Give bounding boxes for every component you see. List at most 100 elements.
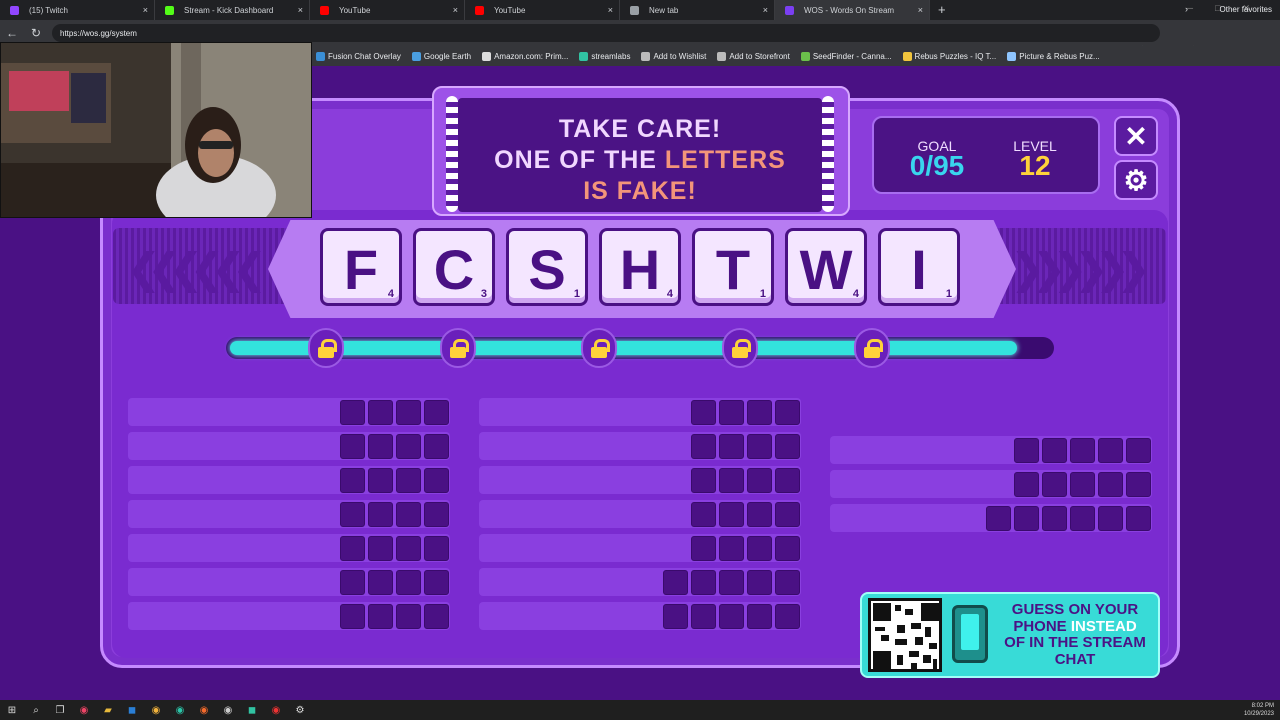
bookmark-item[interactable]: Picture & Rebus Puz... bbox=[1007, 51, 1100, 61]
letter-cell bbox=[1126, 506, 1151, 531]
tab-favicon-icon bbox=[10, 5, 19, 15]
close-button[interactable]: ✕ bbox=[1114, 116, 1158, 156]
letter-cell bbox=[368, 502, 393, 527]
qr-module bbox=[897, 625, 905, 633]
close-tab-icon[interactable]: × bbox=[143, 5, 148, 15]
qr-module bbox=[911, 663, 917, 669]
url-text: https://wos.gg/system bbox=[60, 28, 137, 38]
qr-module bbox=[897, 655, 903, 665]
letter-cell bbox=[1098, 506, 1123, 531]
letter-cell bbox=[340, 604, 365, 629]
phone-icon bbox=[952, 605, 988, 663]
goal-value: 0/95 bbox=[909, 150, 965, 181]
reload-icon[interactable]: ↻ bbox=[24, 26, 48, 40]
bookmark-item[interactable]: Add to Storefront bbox=[717, 51, 790, 61]
letter-cell bbox=[1126, 472, 1151, 497]
tab-favicon-icon bbox=[785, 5, 794, 15]
url-field[interactable]: ⚲https://wos.gg/system bbox=[52, 24, 1160, 392]
level-value: 12 bbox=[1019, 150, 1051, 181]
search-icon[interactable]: ⌕ bbox=[24, 700, 48, 720]
tile-points: 4 bbox=[852, 288, 859, 300]
bookmark-icon bbox=[902, 51, 912, 61]
qr-code[interactable] bbox=[868, 598, 942, 672]
promo-line-2a: PHONE bbox=[1013, 617, 1071, 635]
taskbar: ⊞ ⌕ ❐ ◉ ▰ ◼ ◉ ◉ ◉ ◉ ◼ ◉ ⚙ 8:02 PM 10/29/2… bbox=[0, 700, 1280, 720]
browser-tab[interactable]: WOS - Words On Stream × bbox=[775, 0, 930, 20]
letter-tile[interactable]: C3 bbox=[413, 228, 495, 306]
banner-line-1: TAKE CARE! bbox=[558, 115, 722, 143]
bookmark-item[interactable]: Google Earth bbox=[411, 51, 471, 61]
close-tab-icon[interactable]: × bbox=[453, 5, 458, 15]
clock: 8:02 PM 10/29/2023 bbox=[1244, 702, 1274, 718]
bookmark-item[interactable]: SeedFinder - Canna... bbox=[800, 51, 892, 61]
new-tab-icon[interactable]: + bbox=[938, 0, 946, 20]
folder-icon[interactable]: ▰ bbox=[96, 700, 120, 720]
browser-tab[interactable]: New tab × bbox=[620, 0, 775, 20]
bookmark-item[interactable]: Add to Wishlist bbox=[641, 51, 706, 61]
streamlabs-icon[interactable]: ◼ bbox=[240, 700, 264, 720]
letter-cell bbox=[719, 434, 744, 459]
browser-tab[interactable]: YouTube × bbox=[310, 0, 465, 20]
chevron-right-icon[interactable]: › bbox=[1185, 4, 1188, 14]
bookmark-item[interactable]: Fusion Chat Overlay bbox=[316, 51, 401, 61]
close-tab-icon[interactable]: × bbox=[918, 5, 923, 15]
letter-cell bbox=[396, 400, 421, 425]
outlook-icon[interactable]: ◼ bbox=[120, 700, 144, 720]
chrome-icon[interactable]: ◉ bbox=[144, 700, 168, 720]
letter-cell bbox=[340, 536, 365, 561]
letter-tile[interactable]: H4 bbox=[599, 228, 681, 306]
letter-cell bbox=[368, 604, 393, 629]
edge-icon[interactable]: ◉ bbox=[168, 700, 192, 720]
letter-tile[interactable]: I1 bbox=[878, 228, 960, 306]
promo-highlight: INSTEAD bbox=[1070, 617, 1137, 635]
letter-tile[interactable]: W4 bbox=[785, 228, 867, 306]
letter-cell bbox=[396, 502, 421, 527]
tab-title: (15) Twitch bbox=[29, 5, 68, 15]
firefox-icon[interactable]: ◉ bbox=[192, 700, 216, 720]
letter-cell bbox=[775, 400, 800, 425]
banner-message: TAKE CARE! ONE OF THE LETTERS IS FAKE! bbox=[458, 98, 822, 212]
letter-tile[interactable]: T1 bbox=[692, 228, 774, 306]
letter-cell bbox=[747, 536, 772, 561]
close-tab-icon[interactable]: × bbox=[298, 5, 303, 15]
close-tab-icon[interactable]: × bbox=[608, 5, 613, 15]
tile-points: 3 bbox=[480, 288, 487, 300]
browser-tab[interactable]: Stream - Kick Dashboard × bbox=[155, 0, 310, 20]
qr-module bbox=[895, 639, 907, 645]
letter-cell bbox=[368, 434, 393, 459]
tile-points: 4 bbox=[387, 288, 394, 300]
lock-icon bbox=[581, 328, 617, 368]
back-icon[interactable]: ← bbox=[0, 26, 24, 40]
bookmark-item[interactable]: Rebus Puzzles - IQ T... bbox=[902, 51, 996, 61]
banner-line-3: IS FAKE! bbox=[583, 177, 697, 205]
letter-tile[interactable]: S1 bbox=[506, 228, 588, 306]
letter-cell bbox=[747, 400, 772, 425]
task-view-icon[interactable]: ❐ bbox=[48, 700, 72, 720]
letter-cell bbox=[424, 434, 449, 459]
browser-tab[interactable]: YouTube × bbox=[465, 0, 620, 20]
bookmark-item[interactable]: streamlabs bbox=[579, 51, 630, 61]
letter-tile[interactable]: F4 bbox=[320, 228, 402, 306]
recorder-icon[interactable]: ◉ bbox=[264, 700, 288, 720]
letter-cell bbox=[747, 502, 772, 527]
banner-lights-right bbox=[822, 96, 834, 212]
letter-cell bbox=[775, 468, 800, 493]
bookmark-icon bbox=[717, 51, 727, 61]
bookmark-label: Fusion Chat Overlay bbox=[328, 51, 401, 61]
promo-line-1: GUESS ON YOUR bbox=[1011, 601, 1139, 618]
tab-title: YouTube bbox=[494, 5, 526, 15]
browser-tab[interactable]: (15) Twitch × bbox=[0, 0, 155, 20]
letter-cell bbox=[719, 536, 744, 561]
bookmark-item[interactable]: Amazon.com: Prim... bbox=[482, 51, 568, 61]
tile-points: 1 bbox=[945, 288, 952, 300]
settings-button[interactable]: ⚙ bbox=[1114, 160, 1158, 200]
obs-icon[interactable]: ◉ bbox=[216, 700, 240, 720]
close-tab-icon[interactable]: × bbox=[763, 5, 768, 15]
settings-icon[interactable]: ⚙ bbox=[288, 700, 312, 720]
windows-start-icon[interactable]: ⊞ bbox=[0, 700, 24, 720]
tab-title: New tab bbox=[649, 5, 679, 15]
qr-module bbox=[915, 637, 923, 645]
app-icon[interactable]: ◉ bbox=[72, 700, 96, 720]
other-favorites[interactable]: Other favorites bbox=[1220, 5, 1272, 14]
letter-cell bbox=[719, 502, 744, 527]
